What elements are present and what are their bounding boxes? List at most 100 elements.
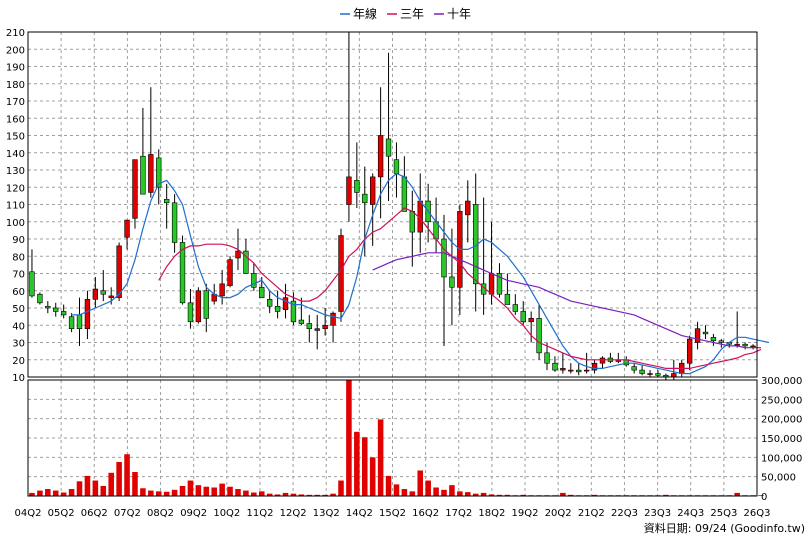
price-tick-label: 70 bbox=[12, 270, 25, 281]
candle-body bbox=[124, 219, 130, 238]
gridlines bbox=[27, 31, 758, 496]
candle-body bbox=[195, 290, 202, 323]
candle-body bbox=[29, 271, 35, 297]
candle-body bbox=[591, 362, 598, 371]
volume-bar bbox=[251, 492, 257, 496]
price-tick-label: 30 bbox=[12, 339, 25, 350]
volume-bar bbox=[219, 483, 225, 496]
series-line-2 bbox=[372, 252, 761, 349]
price-tick-label: 100 bbox=[6, 218, 25, 229]
x-tick-label: 22Q3 bbox=[611, 508, 638, 519]
volume-bar bbox=[116, 461, 122, 496]
volume-bar bbox=[60, 492, 67, 496]
candle-body bbox=[76, 314, 83, 329]
x-tick-label: 06Q2 bbox=[81, 508, 108, 519]
legend-label: 三年 bbox=[400, 7, 424, 21]
candle-body bbox=[504, 293, 511, 305]
candle-body bbox=[132, 159, 138, 219]
candle-body bbox=[227, 259, 233, 286]
volume-bar bbox=[132, 472, 138, 496]
candle-body bbox=[298, 319, 305, 324]
candle-body bbox=[267, 299, 273, 307]
candle-body bbox=[140, 155, 146, 195]
candle-body bbox=[702, 331, 709, 335]
volume-bar bbox=[37, 490, 43, 496]
volume-tick-labels: 0 50,000 100,000 150,000 200,000 250,000 300,0… bbox=[761, 376, 802, 503]
candle-body bbox=[60, 311, 67, 316]
volume-bar bbox=[346, 380, 352, 496]
volume-bar bbox=[377, 419, 384, 496]
x-tick-label: 10Q2 bbox=[213, 508, 240, 519]
candle-body bbox=[282, 297, 289, 311]
candle-body bbox=[750, 345, 756, 348]
volume-bar bbox=[108, 472, 114, 496]
price-tick-label: 120 bbox=[6, 183, 25, 194]
price-tick-label: 140 bbox=[6, 149, 25, 160]
candle-body bbox=[401, 176, 408, 212]
volume-bar bbox=[258, 491, 265, 496]
volume-bar bbox=[409, 491, 416, 496]
candle-body bbox=[314, 328, 320, 331]
x-tick-label: 24Q3 bbox=[677, 508, 704, 519]
candle-body bbox=[377, 135, 384, 178]
candle-body bbox=[583, 369, 590, 372]
candle-body bbox=[393, 159, 400, 174]
volume-bar bbox=[441, 489, 447, 496]
candle-body bbox=[560, 368, 566, 371]
x-tick-label: 19Q2 bbox=[512, 508, 539, 519]
volume-bar bbox=[76, 481, 83, 496]
candle-body bbox=[385, 138, 392, 157]
price-tick-label: 60 bbox=[12, 287, 25, 298]
volume-tick-label: 100,000 bbox=[761, 453, 802, 464]
candle-body bbox=[92, 288, 99, 300]
candle-body bbox=[647, 373, 653, 375]
price-tick-label: 10 bbox=[12, 373, 25, 384]
candle-body bbox=[187, 302, 194, 323]
legend-label: 十年 bbox=[447, 7, 471, 21]
x-tick-label: 04Q2 bbox=[15, 508, 42, 519]
volume-bar bbox=[68, 489, 75, 496]
volume-bar bbox=[361, 437, 368, 496]
stock-chart: 年線 三年 十年 10 20 30 40 50 60 70 80 90 100 110 120 130 140… bbox=[6, 6, 805, 535]
volume-bar bbox=[148, 490, 154, 496]
candle-body bbox=[148, 154, 154, 193]
volume-bar bbox=[243, 490, 249, 496]
candle-body bbox=[520, 311, 526, 323]
candle-body bbox=[441, 238, 447, 278]
legend: 年線 三年 十年 bbox=[340, 6, 471, 21]
volume-bar bbox=[235, 489, 241, 496]
x-tick-label: 15Q2 bbox=[379, 508, 406, 519]
x-tick-label: 16Q2 bbox=[412, 508, 439, 519]
candle-body bbox=[671, 373, 677, 378]
volume-bar bbox=[187, 480, 194, 496]
candle-body bbox=[631, 366, 637, 371]
candle-body bbox=[528, 318, 534, 323]
candle-body bbox=[338, 235, 344, 312]
volume-bar bbox=[385, 475, 392, 496]
x-tick-label: 17Q2 bbox=[445, 508, 472, 519]
volume-bar bbox=[369, 457, 376, 496]
price-tick-label: 200 bbox=[6, 45, 25, 56]
volume-bar bbox=[155, 491, 162, 496]
volume-bar bbox=[393, 484, 400, 496]
price-tick-label: 50 bbox=[12, 304, 25, 315]
volume-bar bbox=[338, 480, 344, 496]
price-tick-label: 190 bbox=[6, 63, 25, 74]
candle-body bbox=[322, 324, 328, 329]
candle-body bbox=[259, 286, 265, 298]
x-tick-label: 14Q2 bbox=[346, 508, 373, 519]
x-tick-label: 07Q2 bbox=[114, 508, 141, 519]
candle-body bbox=[552, 362, 558, 371]
x-tick-labels: 04Q2 05Q2 06Q2 07Q2 08Q2 09Q2 10Q2 11Q2 12Q2 13Q2… bbox=[15, 508, 771, 519]
candle-body bbox=[45, 305, 51, 309]
candle-body bbox=[362, 193, 368, 204]
candle-body bbox=[354, 180, 360, 193]
volume-tick-label: 0 bbox=[761, 492, 767, 503]
candle-body bbox=[203, 290, 209, 319]
x-tick-label: 05Q2 bbox=[48, 508, 75, 519]
x-tick-label: 26Q3 bbox=[744, 508, 771, 519]
x-tick-label: 23Q3 bbox=[644, 508, 671, 519]
candle-body bbox=[544, 352, 550, 364]
price-tick-label: 130 bbox=[6, 166, 25, 177]
x-tick-label: 21Q2 bbox=[578, 508, 605, 519]
